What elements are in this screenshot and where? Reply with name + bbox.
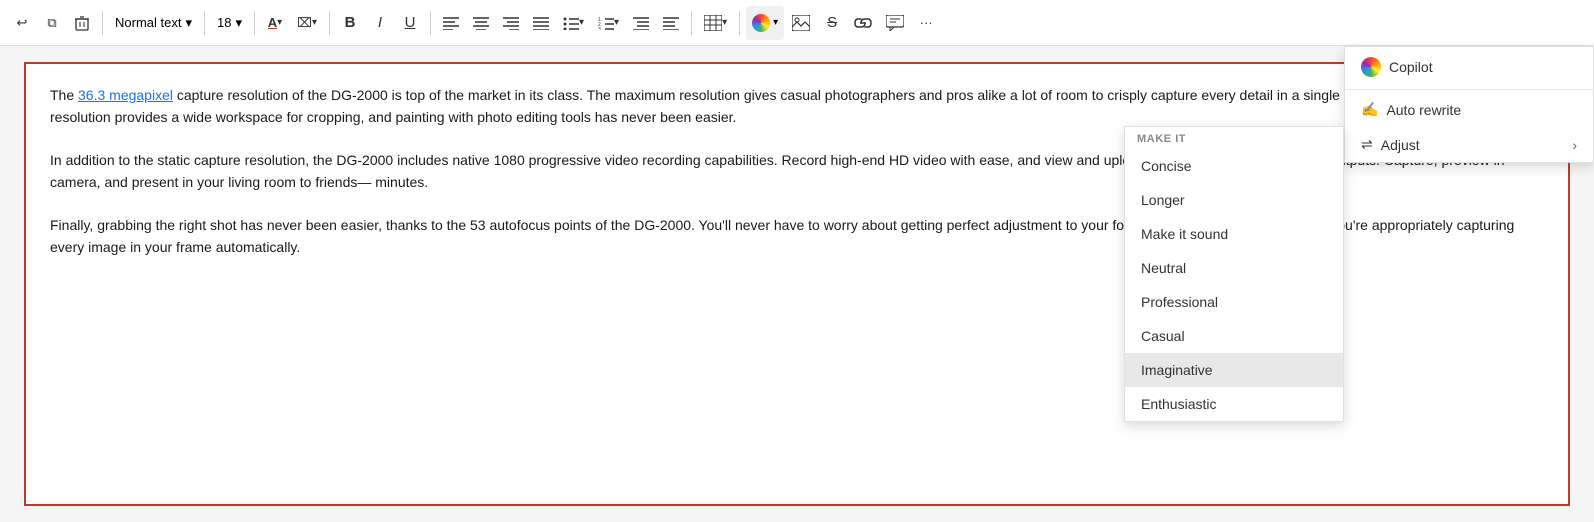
trash-icon — [75, 15, 89, 31]
highlight-chevron: ▾ — [312, 17, 317, 28]
style-label: Normal text — [115, 15, 181, 30]
separator-7 — [739, 11, 740, 35]
adjust-submenu: Make it Concise Longer Make it sound Neu… — [1124, 126, 1344, 422]
bullet-list-icon — [563, 16, 579, 30]
menu-separator-1 — [1345, 89, 1593, 90]
copilot-panel: Copilot ✍ Auto rewrite ⇌ Adjust — [1344, 46, 1594, 163]
align-left-button[interactable] — [437, 6, 465, 40]
justify-button[interactable] — [527, 6, 555, 40]
submenu-imaginative[interactable]: Imaginative — [1125, 353, 1343, 387]
bold-button[interactable]: B — [336, 6, 364, 40]
submenu-casual[interactable]: Casual — [1125, 319, 1343, 353]
numbered-list-button[interactable]: 1. 2. 3. ▾ — [592, 6, 625, 40]
copilot-menu-item[interactable]: Copilot — [1345, 47, 1593, 87]
auto-rewrite-menu-item[interactable]: ✍ Auto rewrite — [1345, 92, 1593, 127]
justify-icon — [533, 16, 549, 30]
highlight-button[interactable]: ⌧ ▾ — [291, 6, 323, 40]
separator-5 — [430, 11, 431, 35]
numbered-list-icon: 1. 2. 3. — [598, 16, 614, 30]
separator-3 — [254, 11, 255, 35]
submenu-neutral[interactable]: Neutral — [1125, 251, 1343, 285]
font-color-chevron: ▾ — [277, 17, 282, 28]
adjust-menu-item[interactable]: ⇌ Adjust — [1345, 127, 1593, 162]
adjust-chevron-icon — [1572, 137, 1577, 153]
separator-2 — [204, 11, 205, 35]
numbered-chevron: ▾ — [614, 17, 619, 28]
align-right-button[interactable] — [497, 6, 525, 40]
italic-icon: I — [378, 14, 382, 31]
comment-button[interactable] — [880, 6, 910, 40]
align-left-icon — [443, 16, 459, 30]
link-icon — [854, 16, 872, 30]
megapixel-link[interactable]: 36.3 megapixel — [78, 87, 173, 103]
submenu-longer[interactable]: Longer — [1125, 183, 1343, 217]
table-icon — [704, 15, 722, 31]
style-chevron-icon: ▾ — [185, 15, 192, 31]
link-button[interactable] — [848, 6, 878, 40]
separator-4 — [329, 11, 330, 35]
copilot-chevron-icon: ▾ — [773, 17, 778, 28]
copilot-label: Copilot — [1389, 59, 1433, 75]
submenu-make-it-sound[interactable]: Make it sound — [1125, 217, 1343, 251]
font-size-value: 18 — [217, 15, 231, 30]
image-button[interactable] — [786, 6, 816, 40]
main-area: The 36.3 megapixel capture resolution of… — [0, 46, 1594, 522]
font-color-button[interactable]: A ▾ — [261, 6, 289, 40]
style-selector[interactable]: Normal text ▾ — [109, 6, 198, 40]
table-chevron: ▾ — [722, 17, 727, 28]
bold-icon: B — [345, 14, 356, 31]
paragraph-1: The 36.3 megapixel capture resolution of… — [50, 84, 1544, 129]
indent-icon — [633, 16, 649, 30]
separator-6 — [691, 11, 692, 35]
copilot-color-icon — [752, 14, 770, 32]
submenu-concise[interactable]: Concise — [1125, 149, 1343, 183]
copy-button[interactable]: ⧉ — [38, 6, 66, 40]
font-size-selector[interactable]: 18 ▾ — [211, 6, 248, 40]
bullet-chevron: ▾ — [579, 17, 584, 28]
bullet-list-button[interactable]: ▾ — [557, 6, 590, 40]
align-center-button[interactable] — [467, 6, 495, 40]
align-center-icon — [473, 16, 489, 30]
trash-button[interactable] — [68, 6, 96, 40]
outdent-icon — [663, 16, 679, 30]
undo-button[interactable]: ↩ — [8, 6, 36, 40]
image-icon — [792, 15, 810, 31]
separator-1 — [102, 11, 103, 35]
italic-button[interactable]: I — [366, 6, 394, 40]
more-button[interactable]: ··· — [912, 6, 940, 40]
table-button[interactable]: ▾ — [698, 6, 733, 40]
underline-button[interactable]: U — [396, 6, 424, 40]
auto-rewrite-label: Auto rewrite — [1386, 102, 1461, 118]
auto-rewrite-icon: ✍ — [1361, 101, 1378, 118]
underline-icon: U — [405, 14, 416, 31]
highlight-icon: ⌧ — [297, 15, 312, 31]
strikethrough-button[interactable]: S — [818, 6, 846, 40]
adjust-label: Adjust — [1381, 137, 1420, 153]
outdent-button[interactable] — [657, 6, 685, 40]
adjust-icon: ⇌ — [1361, 136, 1373, 153]
copilot-toolbar-button[interactable]: ▾ — [746, 6, 784, 40]
submenu-professional[interactable]: Professional — [1125, 285, 1343, 319]
submenu-enthusiastic[interactable]: Enthusiastic — [1125, 387, 1343, 421]
copilot-menu-icon — [1361, 57, 1381, 77]
toolbar: ↩ ⧉ Normal text ▾ 18 ▾ A ▾ ⌧ ▾ B I — [0, 0, 1594, 46]
comment-icon — [886, 15, 904, 31]
submenu-header: Make it — [1125, 127, 1343, 149]
font-color-icon: A — [268, 15, 277, 30]
align-right-icon — [503, 16, 519, 30]
font-size-chevron-icon: ▾ — [235, 15, 242, 31]
svg-text:3.: 3. — [598, 27, 602, 30]
strikethrough-icon: S — [827, 14, 837, 31]
more-icon: ··· — [920, 15, 933, 30]
indent-button[interactable] — [627, 6, 655, 40]
